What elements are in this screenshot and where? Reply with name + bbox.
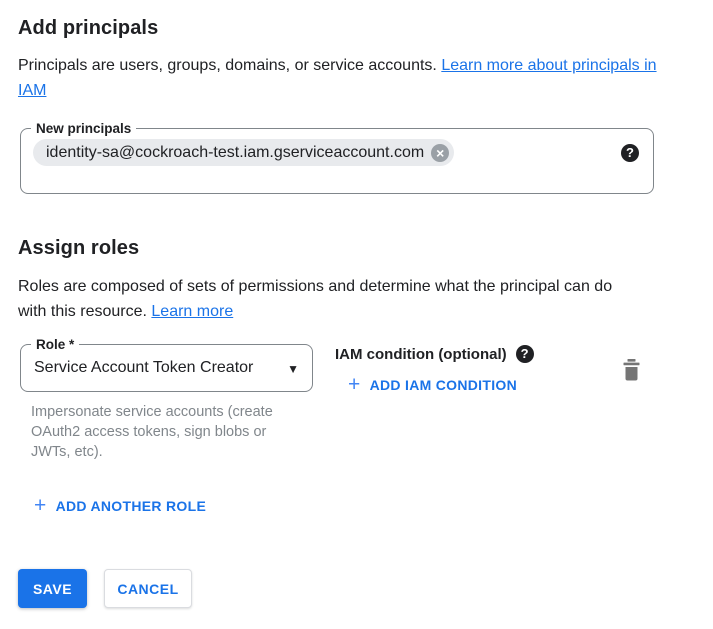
intro-paragraph: Principals are users, groups, domains, o… — [18, 53, 660, 103]
new-principals-field[interactable]: New principals identity-sa@cockroach-tes… — [20, 128, 654, 194]
add-another-role-label: ADD ANOTHER ROLE — [56, 494, 207, 519]
learn-more-roles-link[interactable]: Learn more — [151, 303, 233, 320]
iam-condition-column: IAM condition (optional) ? + ADD IAM CON… — [335, 344, 534, 395]
principal-chip-value: identity-sa@cockroach-test.iam.gservicea… — [46, 139, 424, 166]
role-label: Role * — [31, 337, 79, 353]
add-principals-panel: Add principals Principals are users, gro… — [0, 0, 713, 608]
trash-icon — [622, 359, 641, 381]
principal-chip: identity-sa@cockroach-test.iam.gservicea… — [33, 139, 454, 166]
new-principals-label: New principals — [31, 121, 136, 137]
role-helper-text: Impersonate service accounts (create OAu… — [31, 402, 293, 462]
iam-condition-label: IAM condition (optional) — [335, 342, 507, 367]
dropdown-caret-icon: ▼ — [287, 362, 299, 376]
role-column: Role * Service Account Token Creator ▼ I… — [20, 344, 313, 462]
chip-remove-icon[interactable]: × — [431, 144, 449, 162]
new-principals-help-icon[interactable]: ? — [621, 144, 639, 162]
cancel-button[interactable]: CANCEL — [104, 569, 192, 608]
assign-roles-description-text: Roles are composed of sets of permission… — [18, 278, 612, 320]
add-iam-condition-label: ADD IAM CONDITION — [370, 373, 517, 398]
save-button[interactable]: SAVE — [18, 569, 87, 608]
intro-description: Principals are users, groups, domains, o… — [18, 57, 437, 74]
action-buttons: SAVE CANCEL — [18, 569, 713, 608]
add-another-role-button[interactable]: + ADD ANOTHER ROLE — [34, 496, 713, 516]
add-iam-condition-button[interactable]: + ADD IAM CONDITION — [348, 375, 534, 395]
role-row: Role * Service Account Token Creator ▼ I… — [18, 344, 713, 462]
iam-condition-help-icon[interactable]: ? — [516, 345, 534, 363]
iam-condition-header: IAM condition (optional) ? — [335, 344, 534, 364]
page-title: Add principals — [18, 16, 713, 40]
assign-roles-description: Roles are composed of sets of permission… — [18, 274, 633, 324]
assign-roles-title: Assign roles — [18, 236, 713, 260]
delete-role-button[interactable] — [622, 359, 641, 381]
plus-icon: + — [348, 375, 361, 395]
plus-icon: + — [34, 496, 47, 516]
role-select[interactable]: Role * Service Account Token Creator ▼ — [20, 344, 313, 392]
